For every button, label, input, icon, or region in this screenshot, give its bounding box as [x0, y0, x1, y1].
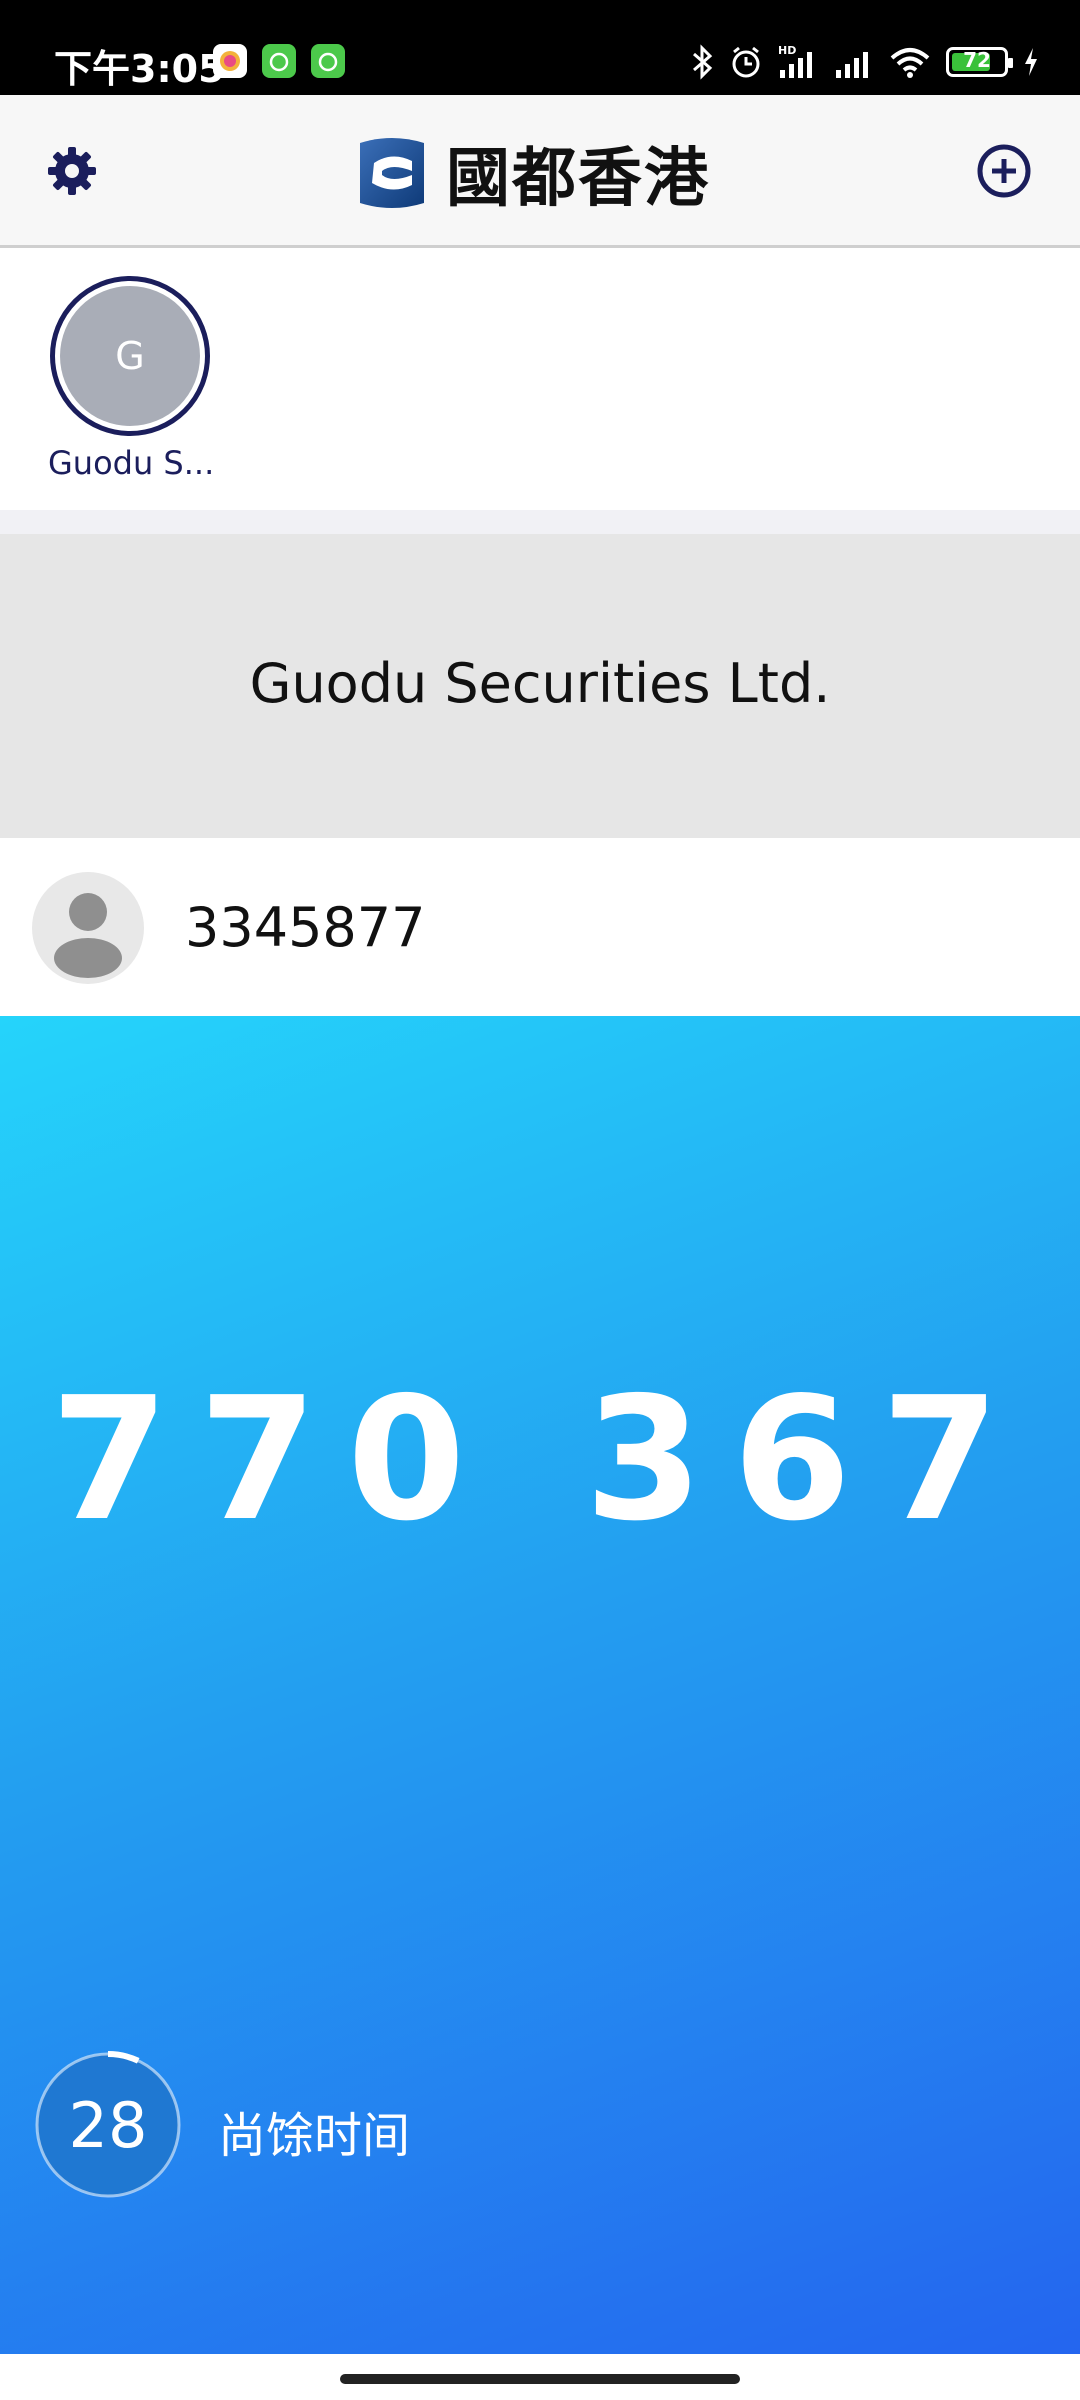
navigation-bar	[0, 2354, 1080, 2400]
brand-name: 國都香港	[446, 142, 710, 216]
section-divider	[0, 510, 1080, 534]
gear-icon	[48, 147, 96, 195]
add-account-button[interactable]	[976, 143, 1032, 199]
guodu-logo-icon	[360, 138, 424, 208]
plus-circle-icon	[977, 144, 1031, 198]
status-bar: 下午3:05 HD 72	[0, 0, 1080, 95]
company-name: Guodu Securities Ltd.	[249, 652, 831, 715]
signal-icon	[834, 44, 874, 80]
timer-label: 尚馀时间	[218, 2108, 411, 2164]
app-notification-icon	[213, 44, 247, 78]
countdown-timer: 28	[34, 2051, 182, 2199]
timer-seconds: 28	[68, 2089, 148, 2162]
svg-text:HD: HD	[778, 44, 796, 57]
battery-icon: 72	[946, 47, 1013, 77]
account-name: Guodu S...	[48, 444, 215, 482]
app-header: 國都香港	[0, 95, 1080, 248]
otp-panel: 770 367 28 尚馀时间	[0, 1016, 1080, 2354]
brand-logo: 國都香港	[352, 127, 710, 219]
account-initial: G	[60, 286, 200, 426]
user-avatar-icon	[32, 872, 144, 984]
user-row: 3345877	[0, 838, 1080, 1016]
company-banner: Guodu Securities Ltd.	[0, 534, 1080, 838]
alarm-icon	[728, 44, 764, 80]
wechat-notification-icon	[262, 44, 296, 78]
settings-button[interactable]	[44, 143, 100, 199]
status-time: 下午3:05	[54, 47, 225, 91]
wechat-notification-icon-2	[311, 44, 345, 78]
account-avatar-button[interactable]: G	[50, 276, 210, 436]
account-list: G Guodu S...	[0, 248, 1080, 510]
charging-icon	[1022, 46, 1040, 78]
hd-signal-icon: HD	[778, 44, 820, 80]
battery-percent: 72	[963, 48, 991, 72]
wifi-icon	[888, 44, 932, 80]
home-gesture-handle[interactable]	[340, 2374, 740, 2384]
otp-code[interactable]: 770 367	[0, 1361, 1080, 1559]
bluetooth-icon	[690, 44, 714, 80]
user-id: 3345877	[185, 896, 426, 959]
